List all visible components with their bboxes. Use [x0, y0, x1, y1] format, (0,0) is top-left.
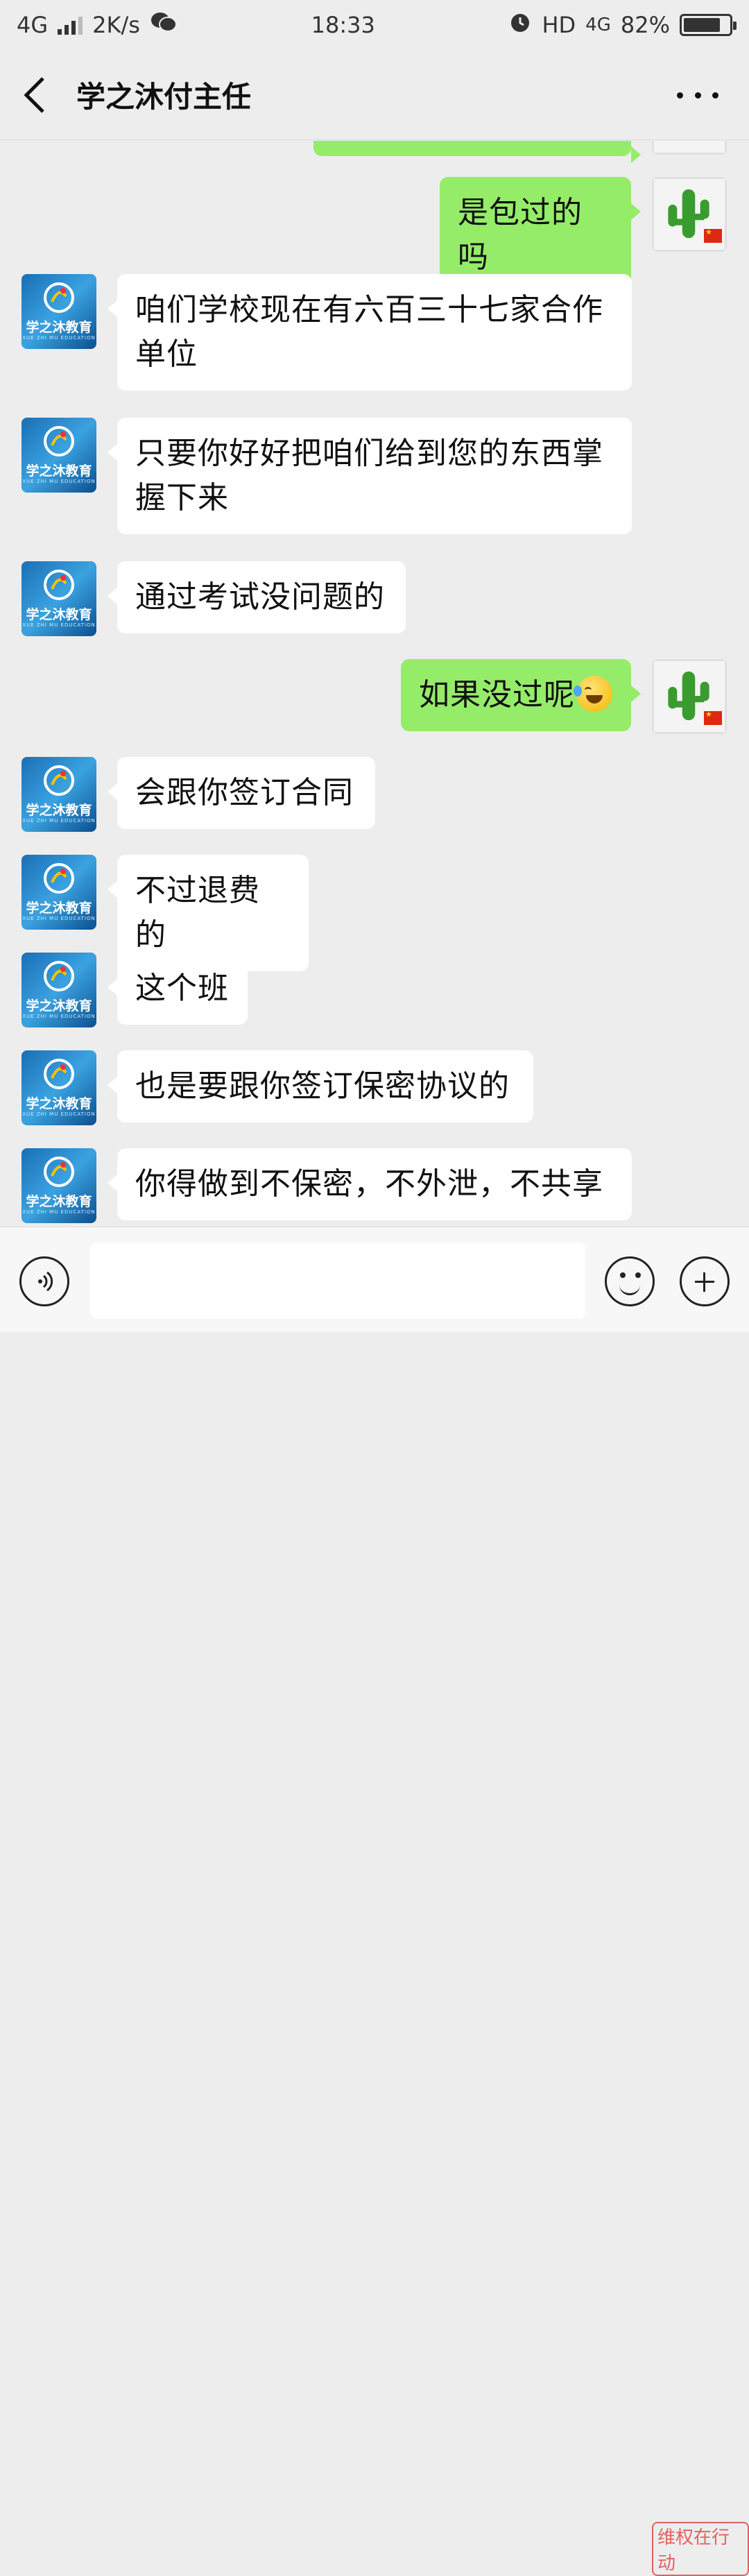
school-avatar-text: 学之沐教育	[26, 320, 92, 335]
wechat-icon	[150, 11, 178, 39]
alarm-icon	[508, 10, 532, 40]
chat-messages[interactable]: 是包过的吗学之沐教育XUE ZHI MU EDUCATION咱们学校现在有六百三…	[0, 141, 749, 1227]
voice-icon	[38, 1271, 53, 1292]
school-logo-icon	[44, 961, 74, 991]
school-logo-icon	[44, 863, 74, 894]
back-button[interactable]	[0, 50, 69, 140]
message-bubble-partial[interactable]	[313, 141, 641, 163]
message-text: 通过考试没问题的	[135, 579, 385, 615]
message-text: 如果没过呢	[419, 677, 575, 713]
school-avatar-sub: XUE ZHI MU EDUCATION	[22, 1014, 96, 1019]
hd-label: HD	[542, 12, 576, 38]
message-bubble[interactable]: 这个班	[107, 953, 248, 1025]
school-logo-icon	[44, 570, 74, 600]
message-input[interactable]	[90, 1243, 585, 1319]
message-bubble[interactable]: 如果没过呢	[401, 659, 641, 731]
school-avatar-sub: XUE ZHI MU EDUCATION	[22, 335, 96, 341]
school-logo-icon	[44, 765, 74, 796]
school-avatar-text: 学之沐教育	[26, 607, 92, 622]
message-text: 只要你好好把咱们给到您的东西掌握下来	[135, 436, 603, 515]
school-avatar-text: 学之沐教育	[26, 1194, 92, 1209]
signal-icon	[58, 15, 83, 35]
school-avatar-sub: XUE ZHI MU EDUCATION	[22, 1111, 96, 1117]
school-logo-icon	[44, 426, 74, 457]
message-text: 是包过的吗	[458, 195, 583, 275]
battery-label: 82%	[620, 12, 670, 38]
chevron-left-icon	[24, 76, 44, 113]
message-text: 你得做到不保密，不外泄，不共享	[135, 1166, 603, 1202]
flag-icon	[704, 710, 722, 725]
school-avatar-text: 学之沐教育	[26, 901, 92, 916]
message-bubble[interactable]: 通过考试没问题的	[107, 561, 406, 633]
message-bubble[interactable]: 也是要跟你签订保密协议的	[107, 1050, 533, 1123]
contact-avatar[interactable]: 学之沐教育 XUE ZHI MU EDUCATION	[21, 953, 96, 1027]
clock: 18:33	[311, 12, 375, 38]
contact-avatar[interactable]: 学之沐教育 XUE ZHI MU EDUCATION	[21, 274, 96, 349]
emoji-button[interactable]	[605, 1256, 655, 1306]
message-text: 这个班	[135, 971, 229, 1006]
school-avatar-sub: XUE ZHI MU EDUCATION	[22, 1209, 96, 1215]
school-avatar-sub: XUE ZHI MU EDUCATION	[22, 622, 96, 628]
input-bar: 维权在行动	[0, 1227, 749, 2576]
message-text: 也是要跟你签订保密协议的	[135, 1068, 510, 1104]
message-bubble[interactable]: 咱们学校现在有六百三十七家合作单位	[107, 274, 632, 391]
contact-avatar[interactable]: 学之沐教育 XUE ZHI MU EDUCATION	[21, 418, 96, 493]
school-avatar-text: 学之沐教育	[26, 463, 92, 479]
contact-avatar[interactable]: 学之沐教育 XUE ZHI MU EDUCATION	[21, 757, 96, 832]
school-logo-icon	[44, 1157, 74, 1187]
speed-label: 2K/s	[92, 12, 140, 38]
chat-header: 学之沐付主任	[0, 50, 749, 140]
more-button[interactable]	[677, 78, 718, 112]
network-label: 4G	[17, 12, 49, 38]
battery-icon	[679, 14, 737, 36]
school-avatar-sub: XUE ZHI MU EDUCATION	[22, 818, 96, 824]
voice-button[interactable]	[19, 1256, 69, 1306]
status-bar: 4G 2K/s 18:33 HD 4G 82%	[0, 0, 749, 50]
message-bubble[interactable]: 会跟你签订合同	[107, 757, 375, 829]
message-bubble[interactable]: 只要你好好把咱们给到您的东西掌握下来	[107, 418, 632, 534]
school-logo-icon	[44, 282, 74, 313]
watermark: 维权在行动	[652, 2522, 749, 2576]
my-avatar[interactable]	[652, 177, 727, 252]
avatar[interactable]	[652, 141, 727, 155]
plus-button[interactable]	[680, 1256, 730, 1306]
school-avatar-text: 学之沐教育	[26, 998, 92, 1014]
contact-avatar[interactable]: 学之沐教育 XUE ZHI MU EDUCATION	[21, 1050, 96, 1125]
flag-icon	[704, 228, 722, 243]
message-text: 咱们学校现在有六百三十七家合作单位	[135, 292, 603, 372]
school-avatar-text: 学之沐教育	[26, 1096, 92, 1111]
school-avatar-sub: XUE ZHI MU EDUCATION	[22, 479, 96, 484]
school-avatar-sub: XUE ZHI MU EDUCATION	[22, 916, 96, 921]
more-dots-icon	[677, 92, 683, 99]
message-text: 会跟你签订合同	[135, 775, 354, 810]
school-avatar-text: 学之沐教育	[26, 803, 92, 818]
chat-title: 学之沐付主任	[76, 80, 252, 114]
school-logo-icon	[44, 1059, 74, 1089]
network-right-label: 4G	[585, 15, 611, 35]
contact-avatar[interactable]: 学之沐教育 XUE ZHI MU EDUCATION	[21, 855, 96, 930]
message-bubble[interactable]: 你得做到不保密，不外泄，不共享	[107, 1148, 632, 1220]
contact-avatar[interactable]: 学之沐教育 XUE ZHI MU EDUCATION	[21, 561, 96, 636]
laughing-crying-emoji-icon	[574, 676, 612, 712]
message-text: 不过退费的	[135, 873, 260, 953]
my-avatar[interactable]	[652, 659, 727, 734]
contact-avatar[interactable]: 学之沐教育 XUE ZHI MU EDUCATION	[21, 1148, 96, 1223]
